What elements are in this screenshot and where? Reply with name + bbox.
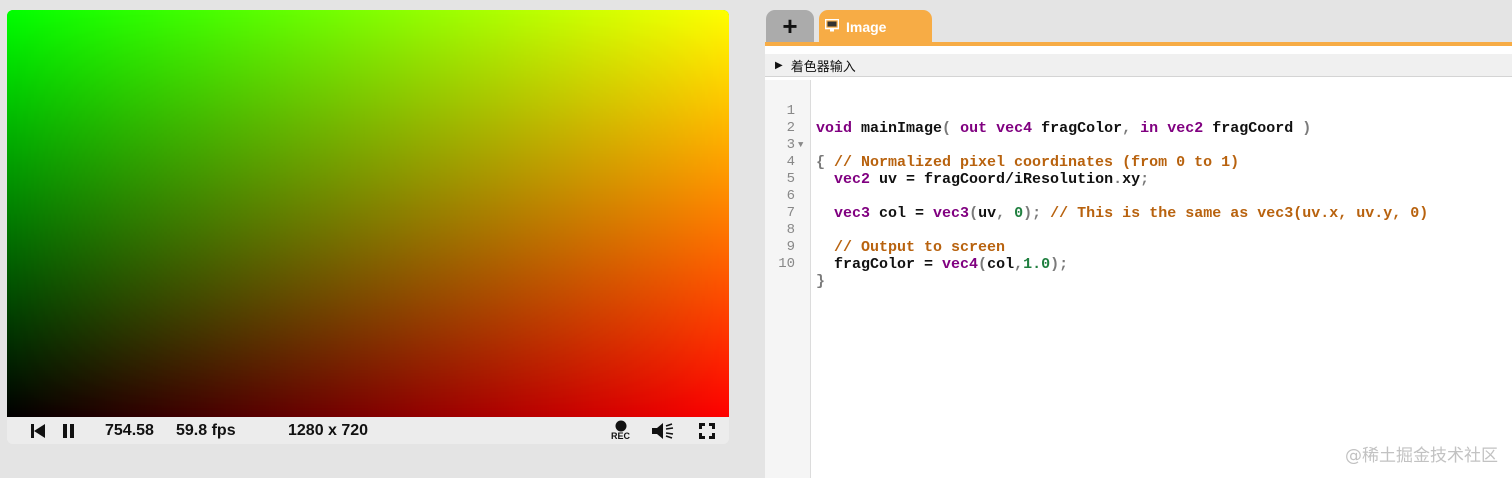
shader-inputs-toggle[interactable]: ▶ 着色器输入 xyxy=(765,54,1512,77)
fullscreen-icon[interactable] xyxy=(699,417,715,444)
render-canvas[interactable] xyxy=(7,10,729,417)
watermark: @稀土掘金技术社区 xyxy=(1345,446,1498,466)
code-area[interactable]: 1 void mainImage( out vec4 fragColor, in… xyxy=(765,80,1512,478)
elapsed-time: 754.58 xyxy=(105,421,154,439)
rewind-icon[interactable] xyxy=(31,417,45,444)
tab-image[interactable]: Image xyxy=(819,10,932,43)
code-line[interactable]: 8 // Output to screen xyxy=(765,205,1512,256)
code-line[interactable]: 6 vec3 col = vec3(uv, 0); // This is the… xyxy=(765,171,1512,222)
tab-strip: + Image xyxy=(765,0,1512,46)
code-line[interactable]: 2 ▼ { xyxy=(765,103,1512,171)
code-line[interactable]: 5 xyxy=(765,154,1512,187)
fps-counter: 59.8 fps xyxy=(176,421,236,439)
code-line[interactable]: 3 // Normalized pixel coordinates (from … xyxy=(765,120,1512,171)
player-controls-bar: 754.58 59.8 fps 1280 x 720 REC xyxy=(7,417,729,444)
code-line[interactable]: 7 xyxy=(765,188,1512,221)
canvas-resolution: 1280 x 720 xyxy=(288,421,369,439)
line-number: 10 xyxy=(778,256,795,272)
pause-icon[interactable] xyxy=(63,417,75,444)
shader-inputs-label: 着色器输入 xyxy=(790,58,856,74)
add-tab-button[interactable]: + xyxy=(766,10,814,43)
expand-triangle-icon: ▶ xyxy=(775,59,783,71)
code-line[interactable]: 4 vec2 uv = fragCoord/iResolution.xy; xyxy=(765,137,1512,188)
code-line[interactable]: 9 fragColor = vec4(col,1.0); xyxy=(765,222,1512,273)
code-line[interactable]: 10 } xyxy=(765,239,1512,290)
tab-image-label: Image xyxy=(846,18,887,35)
code-text: fragColor = vec4(col,1.0); xyxy=(816,256,1069,273)
add-tab-label: + xyxy=(782,11,798,41)
code-line[interactable]: 1 void mainImage( out vec4 fragColor, in… xyxy=(765,86,1512,137)
volume-icon[interactable] xyxy=(652,417,674,444)
monitor-icon xyxy=(824,18,840,35)
shader-preview-panel: 754.58 59.8 fps 1280 x 720 REC xyxy=(7,10,729,444)
code-editor-panel: + Image ▶ 着色器输入 1 void mainImage( out ve… xyxy=(765,0,1512,478)
tab-underline xyxy=(765,42,1512,46)
record-button[interactable]: REC xyxy=(611,417,630,444)
code-text: } xyxy=(816,273,826,290)
record-label: REC xyxy=(611,431,631,441)
